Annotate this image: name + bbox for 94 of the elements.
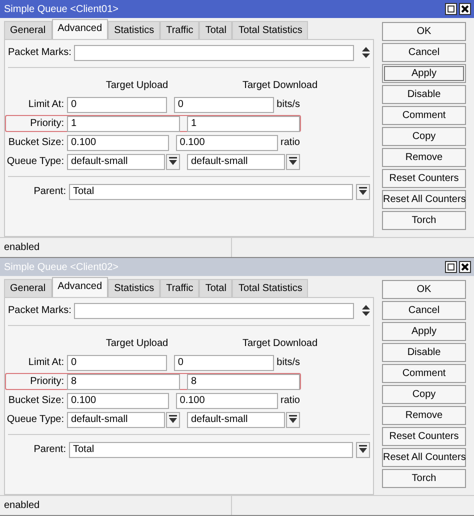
dialog-button[interactable]: Comment	[382, 106, 466, 125]
dropdown-field[interactable]: default-small	[187, 154, 285, 170]
field-label: Queue Type:	[6, 155, 64, 169]
input-field[interactable]: 0.100	[176, 134, 278, 150]
window-title: Simple Queue <Client02>	[4, 260, 119, 274]
dropdown-button[interactable]	[166, 412, 180, 428]
column-header: Target Download	[241, 337, 319, 351]
dialog-button[interactable]: Reset Counters	[382, 169, 466, 188]
caret-icon	[169, 157, 177, 166]
dialog-button[interactable]: Reset Counters	[382, 427, 466, 446]
tab[interactable]: Advanced	[52, 277, 108, 297]
unit-label: bits/s	[276, 356, 300, 370]
unit-label: bits/s	[276, 98, 300, 112]
input-field[interactable]	[74, 302, 354, 318]
tab[interactable]: General	[4, 279, 52, 297]
window-title: Simple Queue <Client01>	[4, 2, 119, 16]
dialog-button[interactable]: Disable	[382, 343, 466, 362]
dropdown-field[interactable]: Total	[69, 442, 353, 458]
dropdown-field[interactable]: default-small	[67, 154, 165, 170]
maximize-icon[interactable]	[444, 261, 456, 273]
input-field[interactable]: 0	[174, 96, 274, 112]
spinner-icon[interactable]	[362, 47, 370, 58]
tab[interactable]: Traffic	[160, 279, 200, 297]
tab[interactable]: Total Statistics	[232, 279, 308, 297]
column-header: Target Upload	[104, 337, 170, 351]
dropdown-button[interactable]	[286, 412, 300, 428]
dialog-button[interactable]: OK	[382, 280, 466, 299]
dropdown-field[interactable]: Total	[69, 184, 353, 200]
tab[interactable]: Total	[199, 279, 232, 297]
dropdown-button[interactable]	[356, 184, 370, 200]
tab[interactable]: Statistics	[108, 21, 160, 39]
field-label: Limit At:	[27, 98, 64, 112]
dialog-button[interactable]: Torch	[382, 469, 466, 488]
input-field[interactable]: 0.100	[67, 134, 169, 150]
input-field[interactable]: 8	[187, 374, 300, 390]
dialog-button[interactable]: OK	[382, 22, 466, 41]
input-field[interactable]: 0.100	[176, 392, 278, 408]
input-field[interactable]: 0	[174, 354, 274, 370]
input-field[interactable]: 8	[67, 374, 180, 390]
dialog-button[interactable]: Apply	[382, 322, 466, 341]
field-label: Bucket Size:	[7, 136, 64, 150]
close-icon[interactable]	[459, 3, 471, 15]
caret-icon	[359, 187, 367, 196]
dialog-button[interactable]: Copy	[382, 385, 466, 404]
dialog-button[interactable]: Cancel	[382, 301, 466, 320]
tab[interactable]: Statistics	[108, 279, 160, 297]
field-label: Priority:	[29, 375, 64, 389]
input-field[interactable]: 0.100	[67, 392, 169, 408]
maximize-icon[interactable]	[444, 3, 456, 15]
dropdown-button[interactable]	[356, 442, 370, 458]
dialog-button[interactable]: Remove	[382, 406, 466, 425]
dialog-button[interactable]: Comment	[382, 364, 466, 383]
input-field[interactable]: 1	[187, 116, 300, 132]
field-label: Queue Type:	[6, 413, 64, 427]
input-field[interactable]	[74, 44, 354, 60]
dialog-button[interactable]: Reset All Counters	[382, 190, 466, 209]
field-label: Parent:	[32, 443, 66, 457]
dialog-button[interactable]: Copy	[382, 127, 466, 146]
dialog-button[interactable]: Disable	[382, 85, 466, 104]
tab[interactable]: Advanced	[52, 19, 108, 39]
dialog-button[interactable]: Torch	[382, 211, 466, 230]
dialog-button[interactable]: Cancel	[382, 43, 466, 62]
caret-icon	[359, 445, 367, 454]
status-text: enabled	[0, 238, 232, 257]
input-field[interactable]: 0	[67, 354, 167, 370]
column-header: Target Download	[241, 79, 319, 93]
status-text: enabled	[0, 496, 232, 515]
spinner-icon[interactable]	[362, 305, 370, 316]
dropdown-button[interactable]	[286, 154, 300, 170]
field-label: Limit At:	[27, 356, 64, 370]
dialog-button[interactable]: Remove	[382, 148, 466, 167]
caret-icon	[169, 415, 177, 424]
caret-icon	[289, 157, 297, 166]
dialog-button[interactable]: Reset All Counters	[382, 448, 466, 467]
field-label: Parent:	[32, 185, 66, 199]
tab[interactable]: General	[4, 21, 52, 39]
tab[interactable]: Traffic	[160, 21, 200, 39]
column-header: Target Upload	[104, 79, 170, 93]
tab[interactable]: Total	[199, 21, 232, 39]
unit-label: ratio	[280, 394, 300, 408]
input-field[interactable]: 1	[67, 116, 180, 132]
unit-label: ratio	[280, 136, 300, 150]
caret-icon	[289, 415, 297, 424]
field-label: Packet Marks:	[8, 46, 72, 60]
input-field[interactable]: 0	[67, 96, 167, 112]
field-label: Packet Marks:	[8, 304, 72, 318]
dialog-button[interactable]: Apply	[382, 64, 466, 83]
close-icon[interactable]	[459, 261, 471, 273]
tab[interactable]: Total Statistics	[232, 21, 308, 39]
dropdown-field[interactable]: default-small	[67, 412, 165, 428]
field-label: Bucket Size:	[7, 394, 64, 408]
dropdown-field[interactable]: default-small	[187, 412, 285, 428]
dropdown-button[interactable]	[166, 154, 180, 170]
field-label: Priority:	[29, 117, 64, 131]
